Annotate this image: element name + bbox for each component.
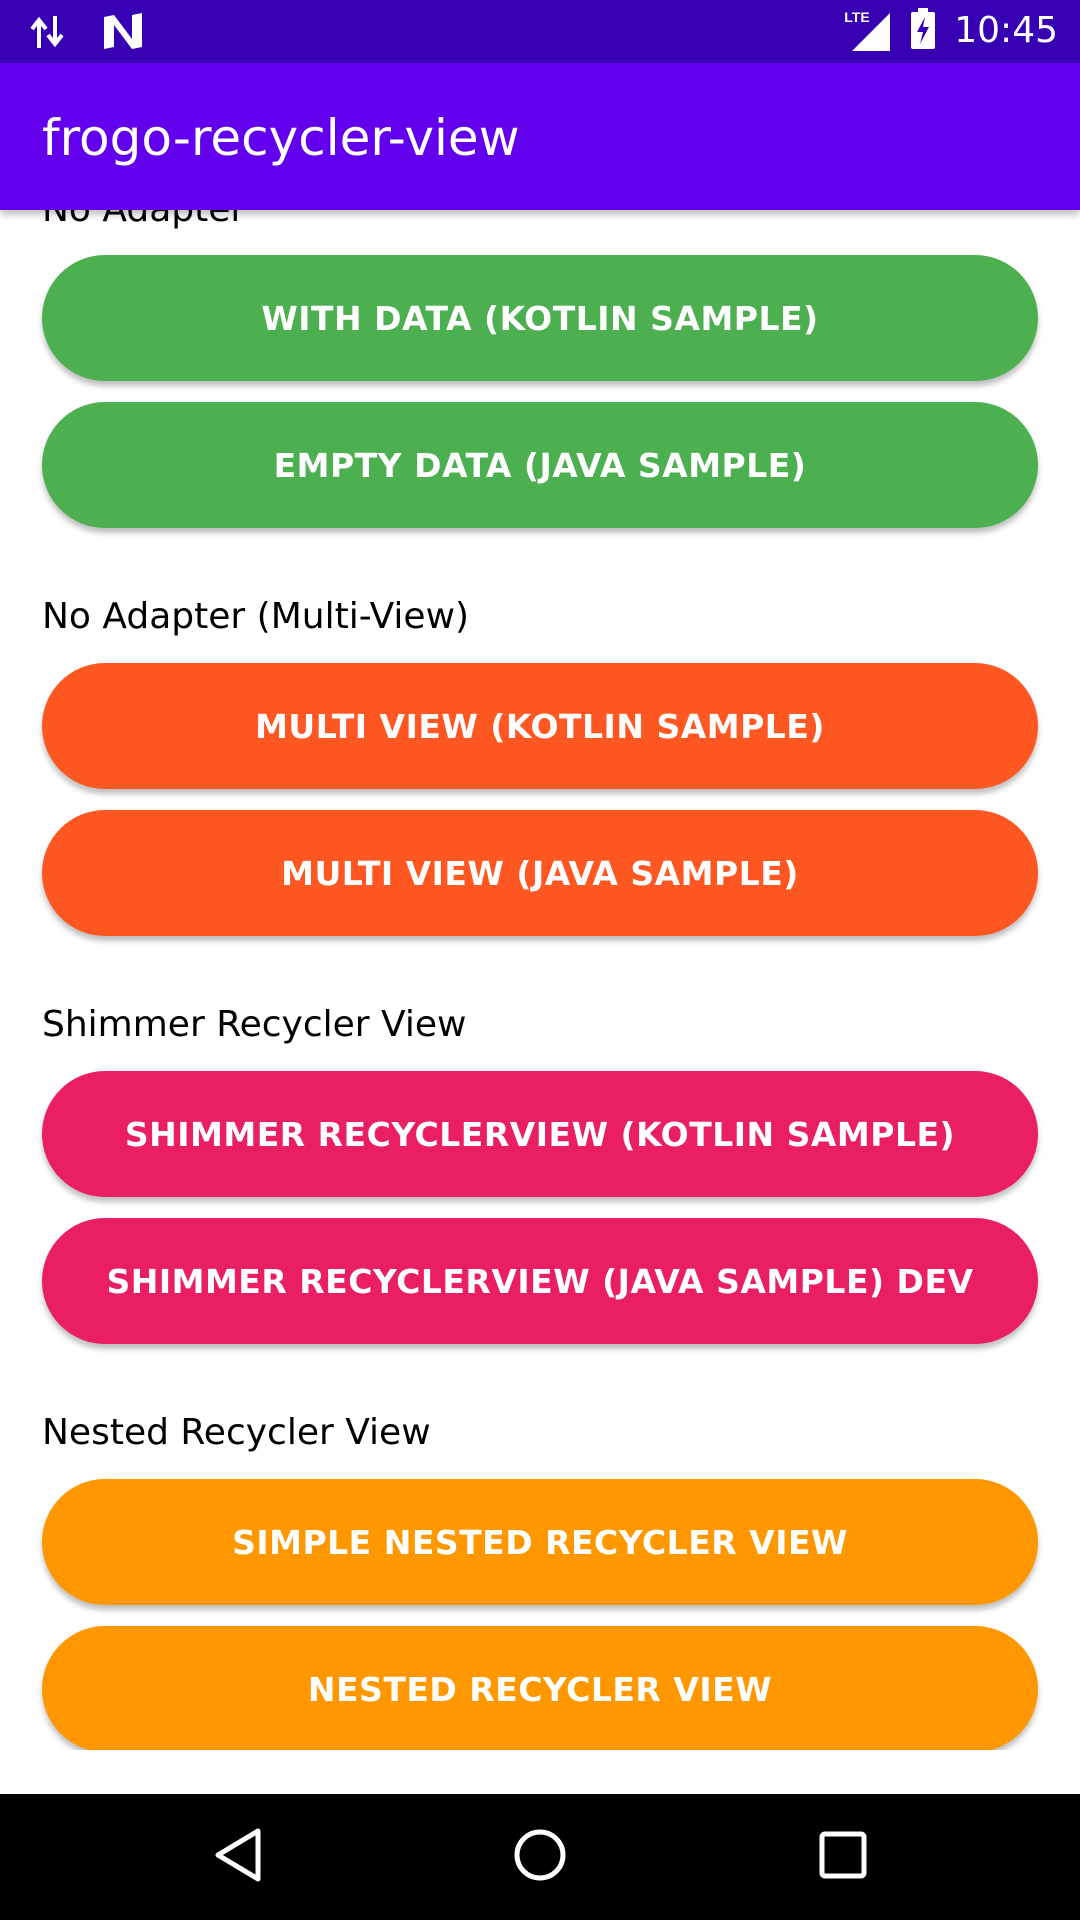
app-screen: LTE 10:45 frogo-recycler-view No Adapter…	[0, 0, 1080, 1920]
status-bar: LTE 10:45	[0, 0, 1080, 63]
app-bar: frogo-recycler-view	[0, 63, 1080, 210]
app-title: frogo-recycler-view	[42, 109, 520, 167]
recents-button[interactable]	[808, 1822, 878, 1892]
section-label-nested: Nested Recycler View	[42, 1412, 431, 1453]
data-transfer-icon	[30, 12, 64, 57]
section-label-no-adapter: No Adapter	[42, 210, 245, 232]
content-scroll[interactable]: No Adapter WITH DATA (KOTLIN SAMPLE) EMP…	[0, 210, 1080, 1750]
multi-view-java-button[interactable]: MULTI VIEW (JAVA SAMPLE)	[42, 810, 1038, 936]
n-logo-icon	[102, 13, 144, 56]
simple-nested-recycler-button[interactable]: SIMPLE NESTED RECYCLER VIEW	[42, 1479, 1038, 1605]
empty-data-java-button[interactable]: EMPTY DATA (JAVA SAMPLE)	[42, 402, 1038, 528]
lte-signal-icon: LTE	[844, 9, 892, 53]
home-icon	[512, 1827, 568, 1888]
back-button[interactable]	[203, 1822, 273, 1892]
battery-charging-icon	[910, 7, 936, 55]
with-data-kotlin-button[interactable]: WITH DATA (KOTLIN SAMPLE)	[42, 255, 1038, 381]
section-label-multi-view: No Adapter (Multi-View)	[42, 596, 470, 637]
multi-view-kotlin-button[interactable]: MULTI VIEW (KOTLIN SAMPLE)	[42, 663, 1038, 789]
home-button[interactable]	[505, 1822, 575, 1892]
back-icon	[212, 1827, 264, 1888]
status-time: 10:45	[954, 10, 1058, 51]
section-label-shimmer: Shimmer Recycler View	[42, 1004, 467, 1045]
shimmer-java-dev-button[interactable]: SHIMMER RECYCLERVIEW (JAVA SAMPLE) DEV	[42, 1218, 1038, 1344]
shimmer-kotlin-button[interactable]: SHIMMER RECYCLERVIEW (KOTLIN SAMPLE)	[42, 1071, 1038, 1197]
navigation-bar	[0, 1794, 1080, 1920]
recents-icon	[818, 1830, 868, 1885]
nested-recycler-button[interactable]: NESTED RECYCLER VIEW	[42, 1626, 1038, 1750]
